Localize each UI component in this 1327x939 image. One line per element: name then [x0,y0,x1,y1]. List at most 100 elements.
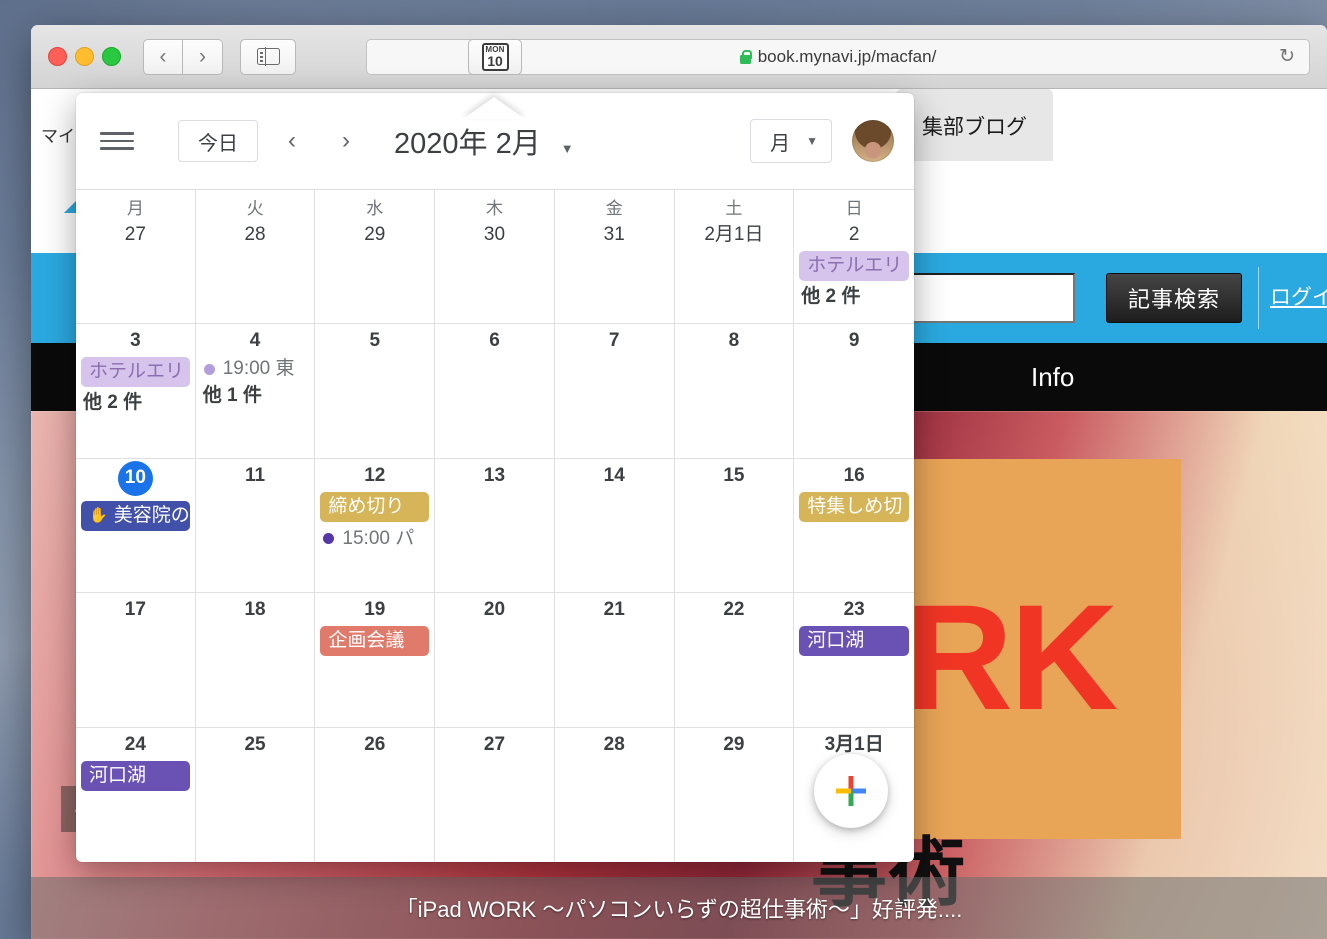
today-button[interactable]: 今日 [178,120,258,162]
event-chip[interactable]: ホテルエリ [81,357,190,388]
calendar-day-cell[interactable]: 28 [555,727,675,862]
event-chip[interactable]: 河口湖 [799,626,909,657]
day-number[interactable]: 22 [679,599,790,621]
calendar-day-cell[interactable]: 7 [554,324,675,459]
calendar-day-cell[interactable]: 19 企画会議 [315,593,436,728]
calendar-day-cell[interactable]: 3 ホテルエリ他 2 件 [76,324,196,459]
day-number[interactable]: 24 [80,734,191,756]
calendar-day-cell[interactable]: 18 [195,593,316,728]
timed-event[interactable]: 19:00 東 [203,358,307,380]
day-number[interactable]: 7 [559,330,670,352]
calendar-day-cell[interactable]: 16 特集しめ切 [794,459,914,594]
day-number[interactable]: 28 [200,224,311,246]
create-event-button[interactable] [814,754,888,828]
more-events-link[interactable]: 他 2 件 [801,285,907,309]
close-window-button[interactable] [48,47,67,66]
day-number[interactable]: 25 [200,734,311,756]
back-button[interactable]: ‹ [143,38,183,75]
calendar-day-cell[interactable]: 27 [435,727,555,862]
sidebar-toggle-button[interactable] [240,38,296,75]
event-chip[interactable]: 締め切り [320,491,430,522]
day-number[interactable]: 18 [200,599,311,621]
more-events-link[interactable]: 他 1 件 [203,384,308,408]
day-number[interactable]: 27 [439,734,550,756]
minimize-window-button[interactable] [75,47,94,66]
day-number[interactable]: 2月1日 [679,224,790,246]
view-selector[interactable]: 月 ▼ [750,119,832,163]
maximize-window-button[interactable] [102,47,121,66]
login-link[interactable]: ログイ [1270,281,1327,311]
day-number[interactable]: 13 [439,465,550,487]
day-number[interactable]: 11 [200,465,311,487]
day-number[interactable]: 16 [798,465,910,487]
calendar-day-cell[interactable]: 金 31 [554,190,675,325]
calendar-day-cell[interactable]: 火 28 [195,190,316,325]
day-number-today[interactable]: 10 [117,460,153,496]
calendar-day-cell[interactable]: 29 [675,727,795,862]
day-number[interactable]: 9 [798,330,910,352]
reload-icon[interactable]: ↻ [1279,45,1295,68]
day-number[interactable]: 6 [439,330,550,352]
day-number[interactable]: 15 [679,465,790,487]
event-chip[interactable]: 企画会議 [320,626,430,657]
day-number[interactable]: 2 [798,224,910,246]
calendar-day-cell[interactable]: 14 [554,458,675,594]
day-number[interactable]: 29 [319,224,430,246]
day-number[interactable]: 31 [559,224,670,246]
next-month-button[interactable]: › [326,121,366,161]
day-number[interactable]: 5 [319,330,430,352]
hamburger-icon[interactable] [98,122,136,160]
forward-button[interactable]: › [183,38,223,75]
calendar-day-cell[interactable]: 23 河口湖 [794,593,914,728]
day-number[interactable]: 3月1日 [798,734,910,756]
day-number[interactable]: 27 [80,224,191,246]
calendar-day-cell[interactable]: 15 [674,458,795,594]
avatar[interactable] [852,120,894,162]
calendar-day-cell[interactable]: 20 [435,593,555,728]
calendar-day-cell[interactable]: 12 締め切り 15:00 パ [315,458,436,594]
calendar-day-cell[interactable]: 水 29 [315,190,436,325]
event-chip[interactable]: ✋ 美容院の [81,500,190,531]
event-chip[interactable]: 特集しめ切 [799,491,909,522]
calendar-day-cell[interactable]: 日 2 ホテルエリ他 2 件 [794,190,914,325]
calendar-day-cell[interactable]: 17 [76,593,196,728]
editorial-blog-tab[interactable]: 集部ブログ [896,89,1053,161]
current-month-title[interactable]: 2020年 2月 ▼ [394,120,574,162]
day-number[interactable]: 12 [319,465,430,487]
calendar-day-cell[interactable]: 13 [435,458,555,594]
calendar-day-cell[interactable]: 11 [195,458,316,594]
day-number[interactable]: 3 [80,330,191,352]
calendar-day-cell[interactable]: 21 [554,593,675,728]
calendar-day-cell[interactable]: 9 [794,324,914,459]
more-events-link[interactable]: 他 2 件 [83,391,188,415]
calendar-day-cell[interactable]: 8 [674,324,795,459]
day-number[interactable]: 4 [200,330,311,352]
calendar-day-cell[interactable]: 5 [315,324,436,459]
timed-event[interactable]: 15:00 パ [323,528,426,550]
day-number[interactable]: 30 [439,224,550,246]
day-number[interactable]: 19 [319,599,430,621]
day-number[interactable]: 26 [319,734,430,756]
day-number[interactable]: 8 [679,330,790,352]
calendar-day-cell[interactable]: 22 [674,593,795,728]
calendar-day-cell[interactable]: 土 2月1日 [674,190,795,325]
day-number[interactable]: 21 [559,599,670,621]
calendar-extension-button[interactable]: MON 10 [468,39,522,75]
calendar-day-cell[interactable]: 木 30 [435,190,555,325]
day-number[interactable]: 20 [439,599,550,621]
calendar-day-cell[interactable]: 26 [315,727,436,862]
day-number[interactable]: 14 [559,465,670,487]
calendar-day-cell[interactable]: 10 ✋ 美容院の [76,458,196,594]
day-number[interactable]: 28 [559,734,670,756]
calendar-day-cell[interactable]: 6 [435,324,555,459]
event-chip[interactable]: 河口湖 [81,760,190,791]
day-number[interactable]: 23 [798,599,910,621]
day-number[interactable]: 29 [679,734,790,756]
calendar-day-cell[interactable]: 月 27 [76,190,196,325]
day-number[interactable]: 17 [80,599,191,621]
previous-month-button[interactable]: ‹ [272,121,312,161]
nav-item-info[interactable]: Info [1031,362,1074,393]
calendar-day-cell[interactable]: 25 [196,727,316,862]
event-chip[interactable]: ホテルエリ [799,251,909,281]
calendar-day-cell[interactable]: 4 19:00 東他 1 件 [195,324,316,459]
